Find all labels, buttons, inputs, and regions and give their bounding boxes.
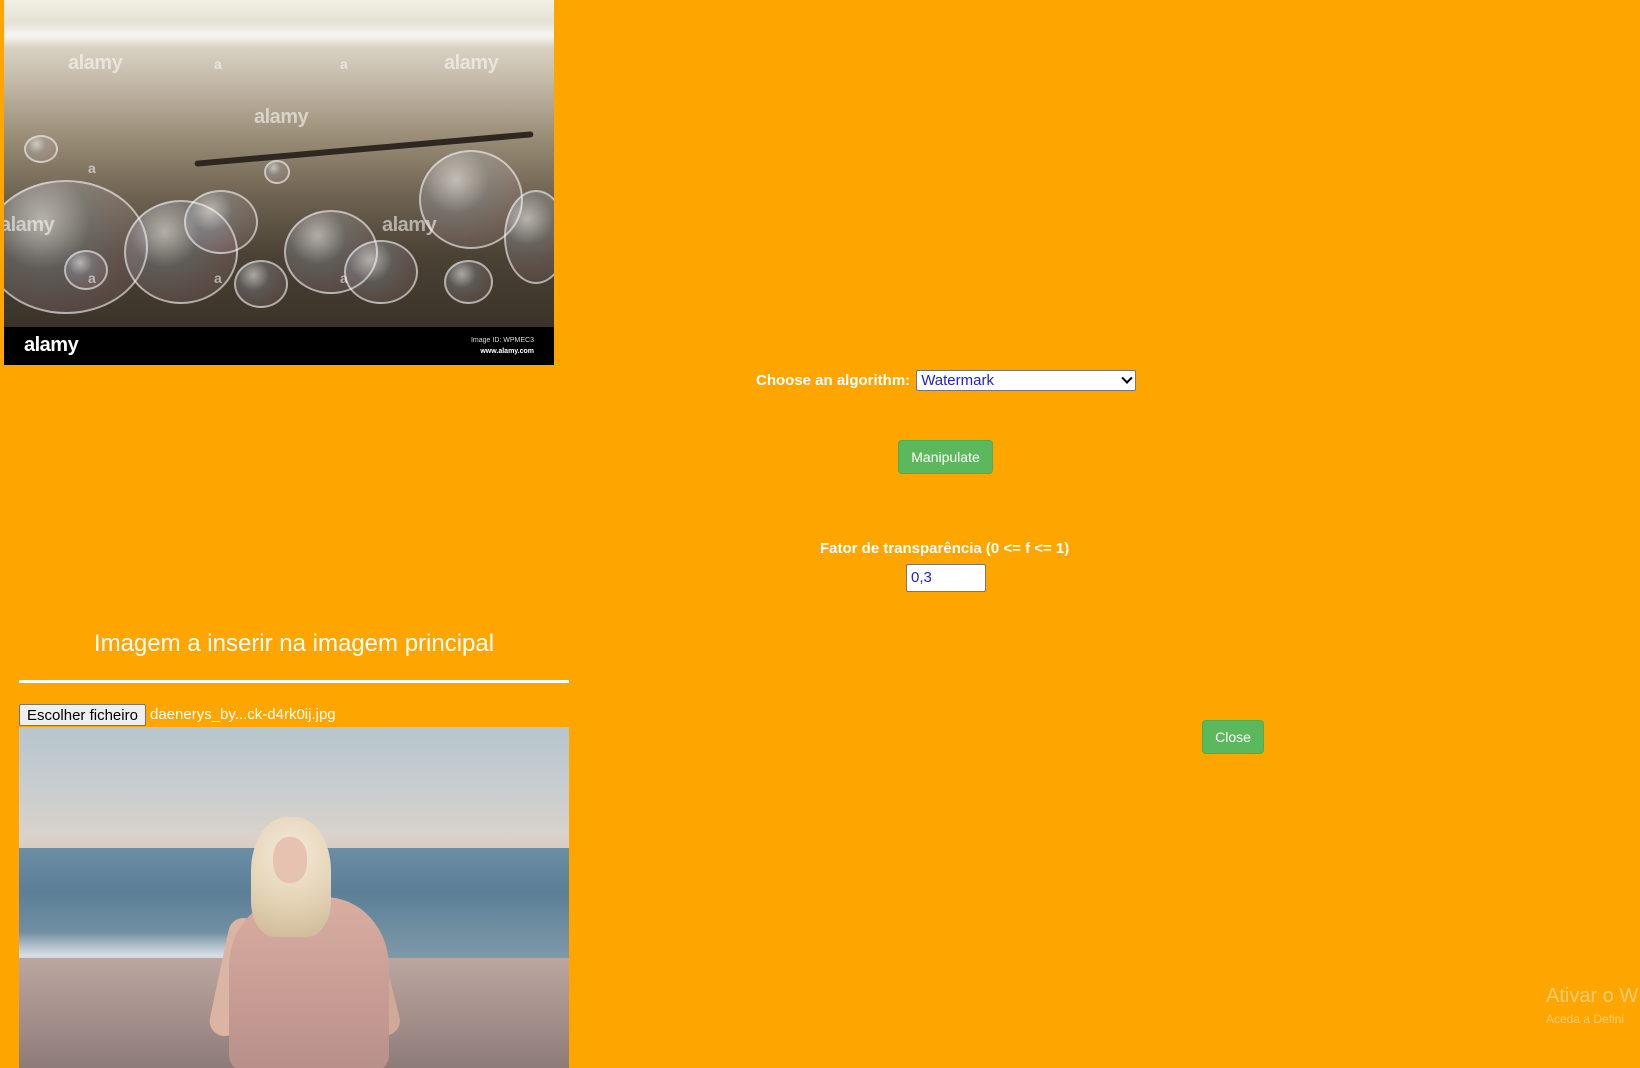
algorithm-row: Choose an algorithm: Watermark bbox=[756, 370, 1137, 391]
watermark: a bbox=[340, 56, 348, 72]
insert-section-title: Imagem a inserir na imagem principal bbox=[93, 630, 495, 657]
close-button[interactable]: Close bbox=[1202, 720, 1264, 754]
beach-bubbles-photo: alamy alamy alamy alamy alamy a a a a a … bbox=[4, 0, 554, 327]
activation-watermark: Ativar o W bbox=[1546, 985, 1639, 1007]
selected-file-name: daenerys_by...ck-d4rk0ij.jpg bbox=[150, 706, 336, 723]
watermark: alamy bbox=[4, 214, 55, 236]
main-image: alamy alamy alamy alamy alamy a a a a a … bbox=[4, 0, 554, 365]
manipulate-button[interactable]: Manipulate bbox=[898, 440, 993, 474]
watermark: a bbox=[88, 160, 96, 176]
watermark: a bbox=[340, 270, 348, 286]
watermark: a bbox=[214, 56, 222, 72]
bubble bbox=[184, 190, 258, 254]
chevron-down-icon bbox=[1121, 372, 1133, 384]
bubble bbox=[264, 160, 290, 184]
divider bbox=[19, 680, 569, 683]
watermark: alamy bbox=[254, 106, 309, 128]
bubble bbox=[24, 135, 58, 163]
stock-logo: alamy bbox=[24, 334, 79, 356]
transparency-input[interactable]: 0,3 bbox=[906, 564, 986, 592]
activation-watermark-sub: Aceda a Defini bbox=[1546, 1012, 1625, 1026]
figure-face bbox=[273, 837, 307, 883]
choose-file-button[interactable]: Escolher ficheiro bbox=[19, 704, 146, 726]
algorithm-selected-value: Watermark bbox=[921, 372, 994, 389]
wave-foam bbox=[4, 22, 554, 48]
algorithm-label: Choose an algorithm: bbox=[756, 372, 911, 389]
stock-id-text: Image ID: WPMEC3 bbox=[470, 337, 534, 344]
watermark: a bbox=[214, 270, 222, 286]
transparency-label: Fator de transparência (0 <= f <= 1) bbox=[820, 540, 1070, 557]
watermark: alamy bbox=[444, 52, 499, 74]
watermark: a bbox=[88, 270, 96, 286]
watermark: alamy bbox=[382, 214, 437, 236]
bubble bbox=[344, 240, 418, 304]
insert-image-preview bbox=[19, 727, 569, 1068]
stock-info-bar: alamy Image ID: WPMEC3 www.alamy.com bbox=[4, 327, 554, 365]
stock-url: www.alamy.com bbox=[480, 348, 534, 355]
bubble bbox=[64, 250, 108, 290]
stock-image-id: Image ID: WPMEC3 www.alamy.com bbox=[471, 335, 534, 357]
bubble bbox=[444, 260, 493, 304]
watermark: alamy bbox=[68, 52, 123, 74]
algorithm-select[interactable]: Watermark bbox=[916, 370, 1137, 391]
bubble bbox=[234, 260, 288, 308]
